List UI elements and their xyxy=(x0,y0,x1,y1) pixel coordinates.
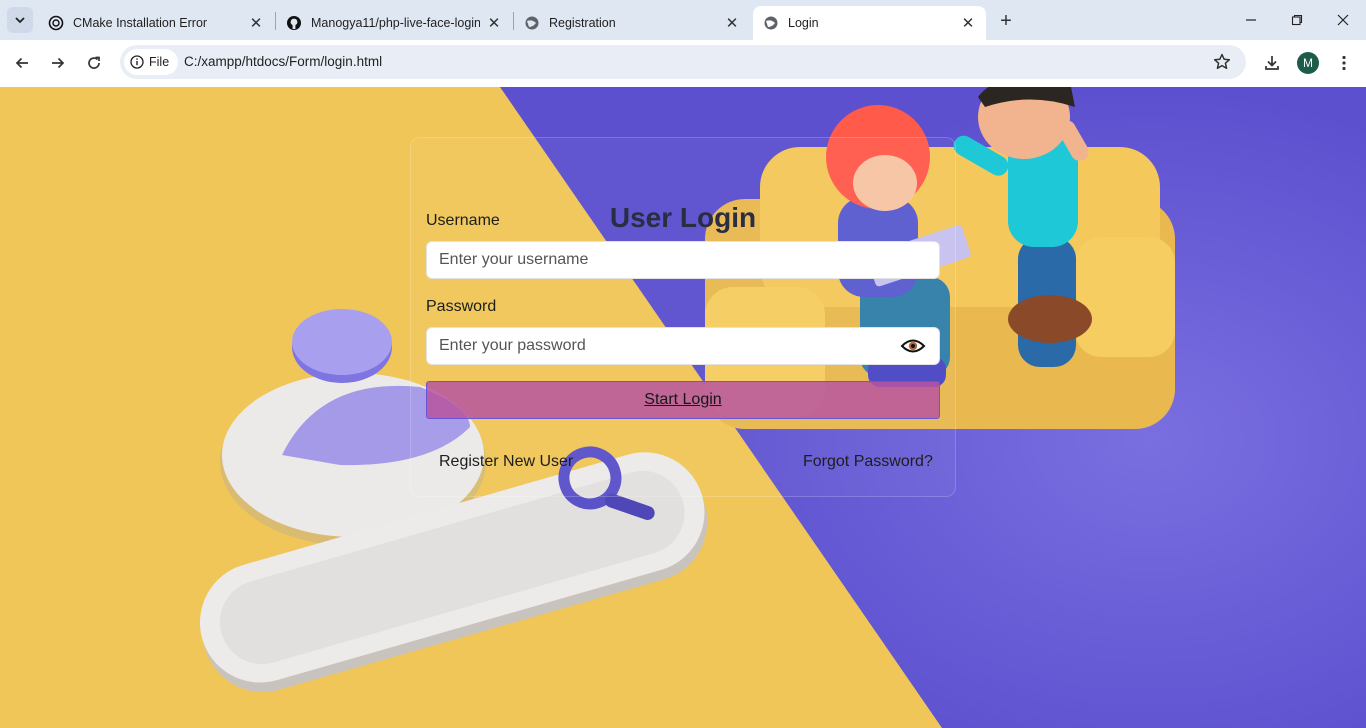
tab-github[interactable]: Manogya11/php-live-face-login ✕ xyxy=(276,6,512,40)
password-label: Password xyxy=(426,298,497,315)
browser-toolbar: File C:/xampp/htdocs/Form/login.html M xyxy=(0,40,1366,87)
password-input[interactable] xyxy=(426,327,940,365)
tab-label: CMake Installation Error xyxy=(73,16,208,30)
forgot-password-link[interactable]: Forgot Password? xyxy=(803,453,933,471)
site-info-chip[interactable]: File xyxy=(124,49,179,75)
username-input[interactable] xyxy=(426,241,940,279)
url-text[interactable]: C:/xampp/htdocs/Form/login.html xyxy=(184,54,382,69)
close-icon[interactable]: ✕ xyxy=(486,15,502,32)
register-new-user-link[interactable]: Register New User xyxy=(439,453,573,471)
info-icon xyxy=(130,55,144,69)
minimize-icon[interactable] xyxy=(1228,6,1274,34)
profile-avatar[interactable]: M xyxy=(1297,52,1319,74)
globe-icon xyxy=(525,16,539,30)
globe-icon xyxy=(764,16,778,30)
login-page: User Login Username Password Start Login… xyxy=(0,87,1366,728)
browser-tab-strip: CMake Installation Error ✕ Manogya11/php… xyxy=(0,0,1366,40)
close-icon[interactable]: ✕ xyxy=(248,15,264,32)
bookmark-star-icon[interactable] xyxy=(1212,52,1232,72)
github-icon xyxy=(287,16,301,30)
chevron-down-icon xyxy=(15,17,25,24)
tab-search-button[interactable] xyxy=(7,7,33,33)
tab-cmake[interactable]: CMake Installation Error ✕ xyxy=(38,6,274,40)
username-label: Username xyxy=(426,212,500,229)
close-icon[interactable]: ✕ xyxy=(724,15,740,32)
close-icon[interactable]: ✕ xyxy=(960,15,976,32)
login-card: User Login xyxy=(410,137,956,497)
download-icon[interactable] xyxy=(1258,49,1286,77)
start-login-button[interactable]: Start Login xyxy=(426,381,940,419)
eye-icon[interactable] xyxy=(900,336,926,356)
tab-login[interactable]: Login ✕ xyxy=(753,6,986,40)
url-scheme-label: File xyxy=(149,55,170,69)
tab-label: Login xyxy=(788,16,819,30)
tab-label: Registration xyxy=(549,16,616,30)
reload-icon[interactable] xyxy=(80,49,108,77)
forward-arrow-icon[interactable] xyxy=(44,49,72,77)
window-close-icon[interactable] xyxy=(1320,6,1366,34)
address-bar[interactable]: File C:/xampp/htdocs/Form/login.html xyxy=(120,45,1246,79)
openai-icon xyxy=(48,15,64,31)
tab-registration[interactable]: Registration ✕ xyxy=(514,6,750,40)
restore-icon[interactable] xyxy=(1274,6,1320,34)
back-arrow-icon[interactable] xyxy=(8,49,36,77)
more-menu-icon[interactable] xyxy=(1330,49,1358,77)
new-tab-plus-icon[interactable]: + xyxy=(994,9,1018,33)
tab-label: Manogya11/php-live-face-login xyxy=(311,16,481,30)
